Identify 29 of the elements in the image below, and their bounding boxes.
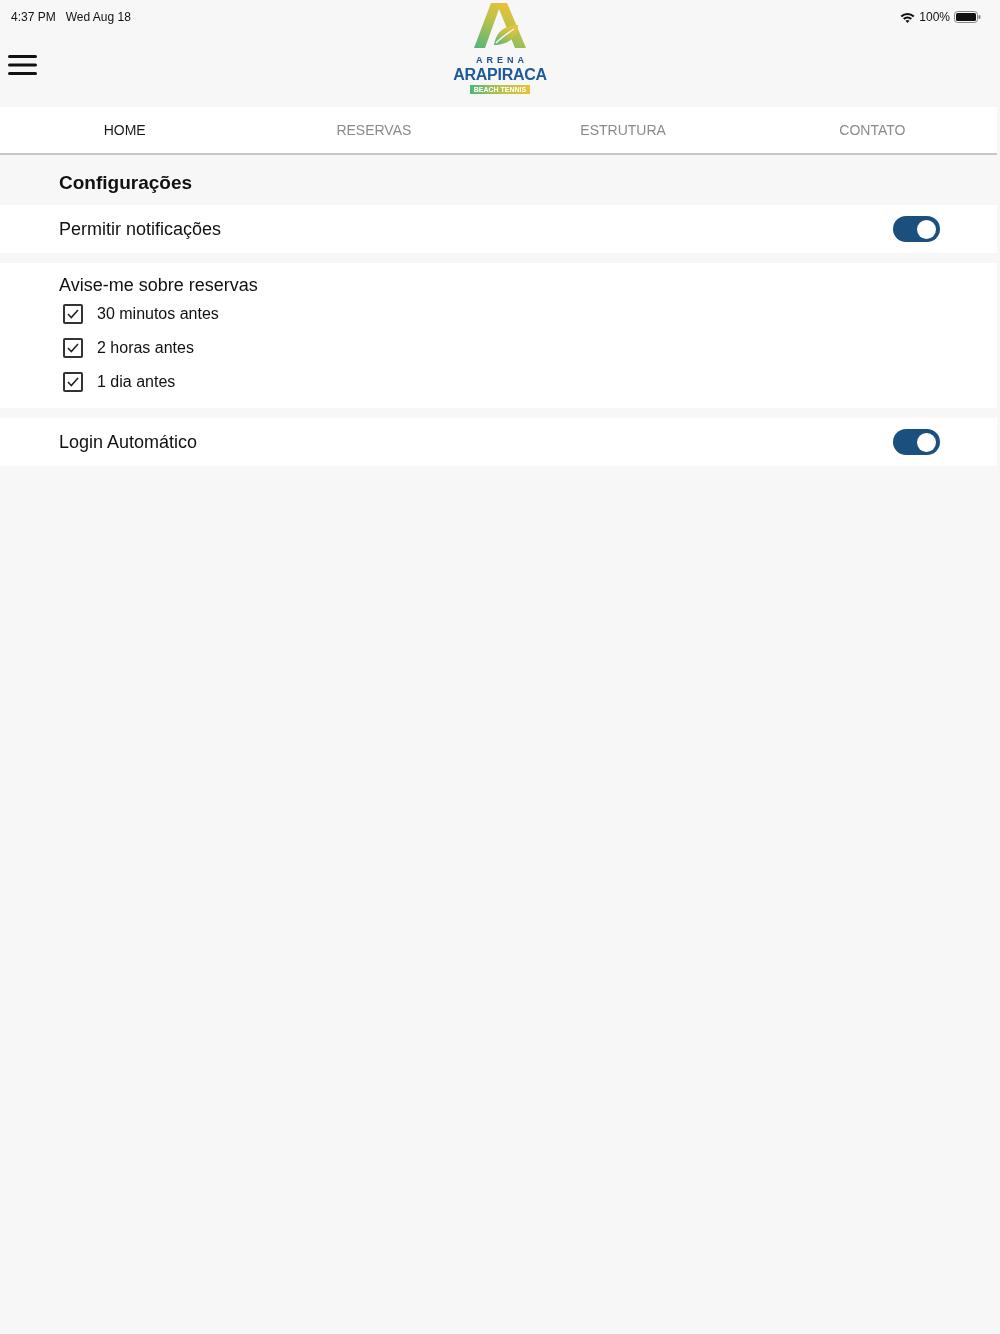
option-label: 2 horas antes	[97, 338, 194, 358]
check-icon	[67, 377, 79, 387]
option-label: 30 minutos antes	[97, 304, 219, 324]
wifi-icon	[900, 12, 916, 23]
checkbox[interactable]	[63, 372, 83, 392]
nav-tab[interactable]: HOME	[0, 107, 250, 153]
menu-icon	[8, 55, 37, 75]
logo-icon	[474, 3, 526, 48]
logo-subtitle: ARENA	[475, 55, 528, 65]
option-label: 1 dia antes	[97, 372, 176, 392]
menu-button[interactable]	[8, 55, 37, 75]
battery-icon	[954, 11, 981, 23]
section-title: Configurações	[59, 170, 193, 195]
setting-label: Avise-me sobre reservas	[59, 274, 258, 297]
check-icon	[67, 343, 79, 353]
setting-label: Login Automático	[59, 430, 198, 454]
toggle-switch[interactable]	[893, 216, 940, 242]
nav-tab[interactable]: ESTRUTURA	[498, 107, 748, 153]
status-date: Wed Aug 18	[65, 10, 131, 24]
nav-tab[interactable]: RESERVAS	[249, 107, 499, 153]
status-time: 4:37 PM	[11, 10, 56, 24]
battery-percent: 100%	[919, 10, 950, 24]
setting-label: Permitir notificações	[59, 217, 222, 241]
toggle-switch[interactable]	[893, 429, 940, 455]
nav-tab[interactable]: CONTATO	[747, 107, 997, 153]
check-icon	[67, 309, 79, 319]
checkbox[interactable]	[63, 338, 83, 358]
checkbox[interactable]	[63, 304, 83, 324]
logo-title: ARAPIRACA	[453, 66, 547, 83]
